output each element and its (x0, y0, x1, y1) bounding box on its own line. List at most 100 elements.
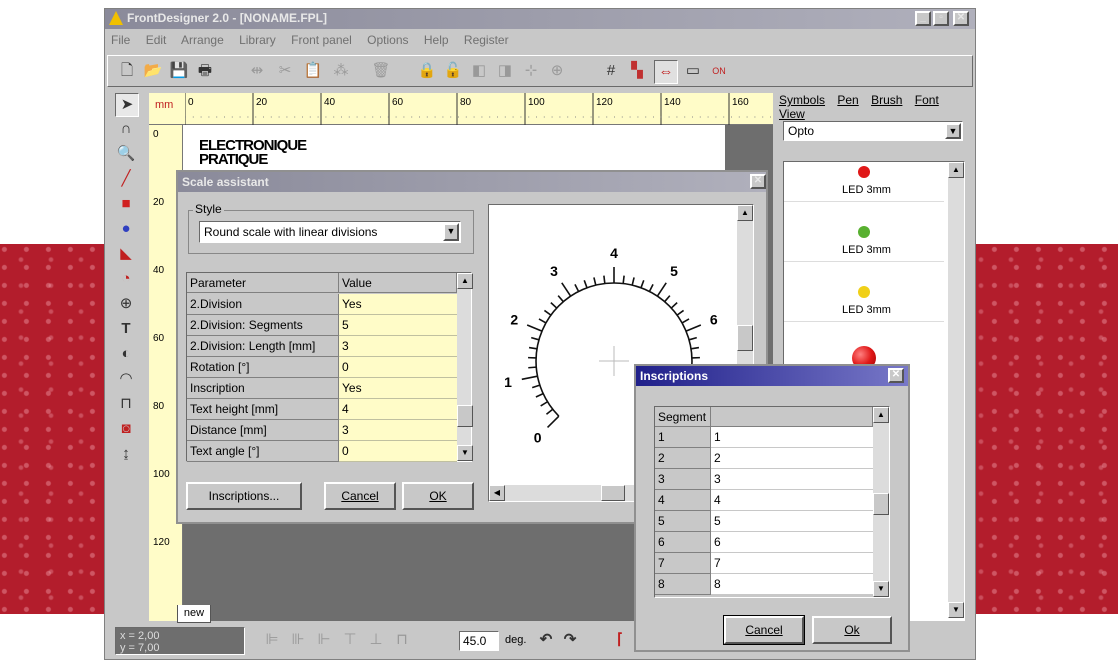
menu-arrange[interactable]: Arrange (181, 33, 224, 47)
text-cell[interactable]: 6 (711, 532, 873, 553)
arc-tool-icon[interactable]: ∩ (115, 118, 137, 140)
tab-font[interactable]: Font (915, 93, 939, 107)
text-cell[interactable]: 8 (711, 574, 873, 595)
list-item[interactable]: LED 3mm (784, 222, 944, 262)
drill-tool-icon[interactable]: ◙ (115, 418, 137, 440)
text-cell[interactable]: 1 (711, 427, 873, 448)
lock-icon[interactable]: 🔒 (416, 60, 438, 82)
unlock-icon[interactable]: 🔓 (442, 60, 464, 82)
close-button[interactable]: ✕ (888, 368, 904, 383)
value-cell[interactable]: 3 (339, 336, 457, 357)
display-icon[interactable]: ▭ (682, 60, 704, 82)
inscriptions-button[interactable]: Inscriptions... (186, 482, 302, 510)
grid-icon[interactable]: # (600, 60, 622, 82)
tab-view[interactable]: View (779, 107, 805, 121)
save-icon[interactable]: 💾 (168, 60, 190, 82)
delete-icon[interactable]: 🗑 (370, 60, 392, 82)
value-cell[interactable]: Yes (339, 378, 457, 399)
scroll-down-icon[interactable]: ▼ (457, 445, 473, 461)
text-cell[interactable]: 3 (711, 469, 873, 490)
style-select[interactable]: Round scale with linear divisions ▼ (199, 221, 461, 243)
text-tool-icon[interactable]: T (115, 318, 137, 340)
menu-register[interactable]: Register (464, 33, 509, 47)
tab-pen[interactable]: Pen (837, 93, 858, 107)
line-tool-icon[interactable]: ╱ (115, 168, 137, 190)
scroll-down-icon[interactable]: ▼ (948, 602, 964, 618)
scroll-thumb[interactable] (601, 485, 625, 501)
print-icon[interactable]: 🖶 (194, 60, 216, 82)
minimize-button[interactable]: _ (915, 11, 931, 26)
scroll-thumb[interactable] (457, 405, 473, 427)
snap-icon[interactable]: ⊕ (546, 60, 568, 82)
scale-tool-icon[interactable]: ◠ (115, 368, 137, 390)
align-left-icon[interactable]: ⊫ (261, 629, 283, 651)
zoom-tool-icon[interactable]: 🔍 (115, 143, 137, 165)
align-bottom-icon[interactable]: ⊓ (391, 629, 413, 651)
close-button[interactable]: ✕ (750, 174, 766, 189)
inscriptions-scrollbar[interactable]: ▲ ▼ (873, 407, 889, 597)
tab-brush[interactable]: Brush (871, 93, 902, 107)
paste-icon[interactable]: 📋 (302, 60, 324, 82)
menu-library[interactable]: Library (239, 33, 276, 47)
corner-icon[interactable]: ⌈ (609, 629, 631, 651)
bring-front-icon[interactable]: ◧ (468, 60, 490, 82)
menu-front-panel[interactable]: Front panel (291, 33, 352, 47)
ok-button[interactable]: Ok (812, 616, 892, 644)
menu-options[interactable]: Options (367, 33, 408, 47)
pointer-tool-icon[interactable]: ➤ (115, 93, 139, 117)
hole-tool-icon[interactable]: ⊕ (115, 293, 137, 315)
new-file-icon[interactable]: 🗋 (116, 60, 138, 82)
cancel-button[interactable]: Cancel (723, 615, 805, 645)
cancel-button[interactable]: Cancel (324, 482, 396, 510)
value-cell[interactable]: 5 (339, 315, 457, 336)
on-switch-icon[interactable]: ON (708, 60, 730, 82)
dial-tool-icon[interactable]: ◐ (115, 343, 137, 365)
angle-input[interactable]: 45.0 (459, 631, 499, 651)
ruler-tool-icon[interactable]: ⊓ (115, 393, 137, 415)
category-select[interactable]: Opto ▼ (783, 121, 963, 141)
close-button[interactable]: ✕ (953, 11, 969, 26)
align-icon[interactable]: ⇹ (246, 60, 268, 82)
scroll-up-icon[interactable]: ▲ (457, 273, 473, 289)
menu-file[interactable]: File (111, 33, 130, 47)
value-cell[interactable]: 3 (339, 420, 457, 441)
chevron-down-icon[interactable]: ▼ (945, 123, 961, 139)
chevron-down-icon[interactable]: ▼ (443, 223, 459, 241)
list-item[interactable]: LED 3mm (784, 282, 944, 322)
text-cell[interactable]: 2 (711, 448, 873, 469)
measure-icon[interactable]: ⇔ (654, 60, 678, 84)
sheet-tab[interactable]: new (177, 605, 211, 623)
scroll-up-icon[interactable]: ▲ (737, 205, 753, 221)
value-cell[interactable]: Yes (339, 294, 457, 315)
pie-tool-icon[interactable]: ◔ (115, 268, 137, 290)
group-icon[interactable]: ⁂ (330, 60, 352, 82)
align-right-icon[interactable]: ⊩ (313, 629, 335, 651)
rotate-left-icon[interactable]: ↶ (535, 629, 557, 651)
symbol-list-scrollbar[interactable]: ▲ ▼ (948, 162, 964, 618)
dimension-tool-icon[interactable]: ↨ (115, 443, 137, 465)
polygon-tool-icon[interactable]: ◣ (115, 243, 137, 265)
send-back-icon[interactable]: ◨ (494, 60, 516, 82)
tab-symbols[interactable]: Symbols (779, 93, 825, 107)
scroll-up-icon[interactable]: ▲ (873, 407, 889, 423)
value-cell[interactable]: 0 (339, 357, 457, 378)
text-cell[interactable]: 5 (711, 511, 873, 532)
scroll-thumb[interactable] (737, 325, 753, 351)
text-cell[interactable]: 7 (711, 553, 873, 574)
value-cell[interactable]: 4 (339, 399, 457, 420)
align-top-icon[interactable]: ⊤ (339, 629, 361, 651)
ellipse-tool-icon[interactable]: ● (115, 218, 137, 240)
align-middle-icon[interactable]: ⊥ (365, 629, 387, 651)
scroll-up-icon[interactable]: ▲ (948, 162, 964, 178)
list-item[interactable]: LED 3mm (784, 162, 944, 202)
scroll-down-icon[interactable]: ▼ (873, 581, 889, 597)
open-folder-icon[interactable]: 📂 (142, 60, 164, 82)
menu-help[interactable]: Help (424, 33, 449, 47)
value-cell[interactable]: 0 (339, 441, 457, 462)
colors-icon[interactable]: ▚ (626, 60, 648, 82)
grid-scrollbar[interactable]: ▲ ▼ (457, 273, 473, 461)
cut-icon[interactable]: ✂ (274, 60, 296, 82)
text-cell[interactable]: 4 (711, 490, 873, 511)
scroll-thumb[interactable] (873, 493, 889, 515)
distribute-icon[interactable]: ⊹ (520, 60, 542, 82)
